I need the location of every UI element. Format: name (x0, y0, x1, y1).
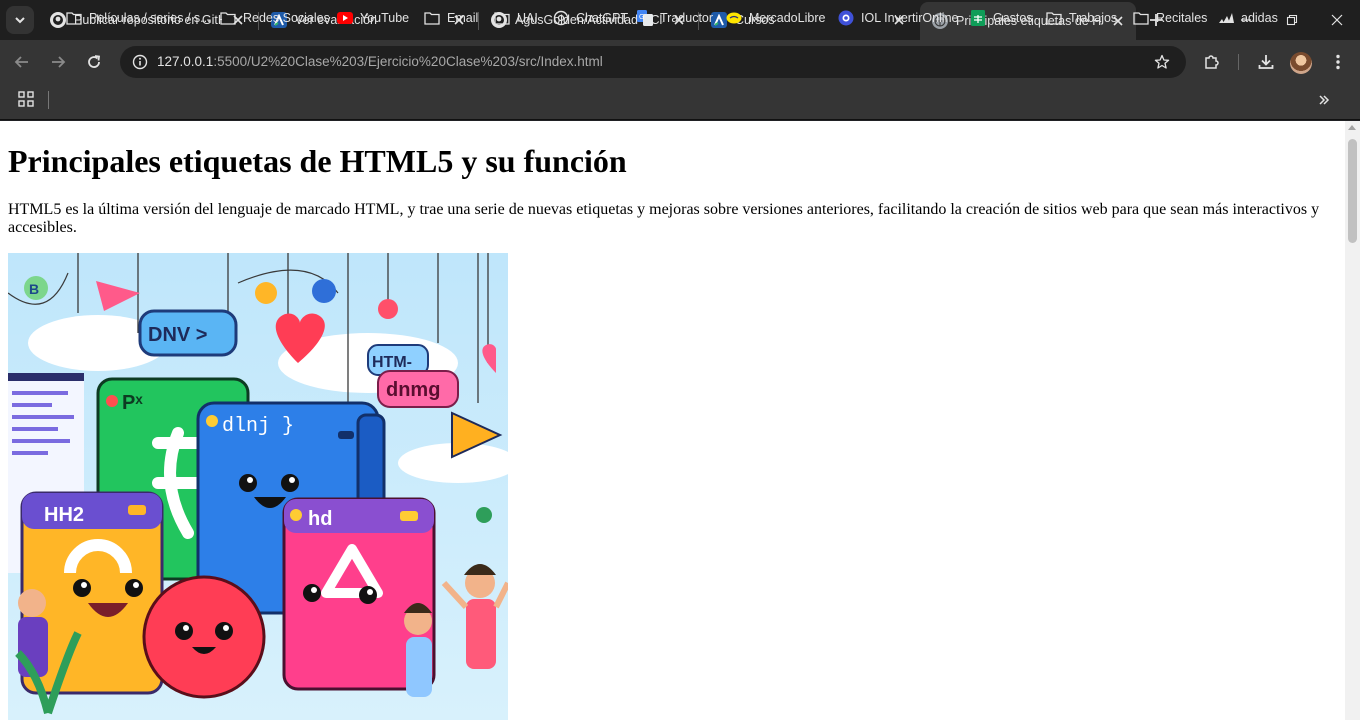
adidas-icon (1218, 10, 1234, 26)
bookmark-mercadolibre[interactable]: MercadoLibre (726, 7, 825, 29)
chevron-double-right-icon (1319, 95, 1330, 105)
bookmark-label: ChatGPT (576, 11, 629, 25)
url-host: 127.0.0.1 (157, 54, 214, 69)
bookmarks-overflow-button[interactable] (1314, 90, 1334, 110)
folder-icon (424, 10, 440, 26)
page-heading: Principales etiquetas de HTML5 y su func… (8, 143, 627, 179)
chatgpt-icon (553, 10, 569, 26)
url-path: :5500/U2%20Clase%203/Ejercicio%20Clase%2… (213, 54, 603, 69)
bubble-htm-label: HTM- (372, 354, 412, 371)
scroll-up-arrow-icon[interactable] (1348, 125, 1356, 130)
bookmark-label: Gastos (993, 11, 1033, 25)
bookmarks-bar (0, 84, 1360, 120)
bookmark-label: IOL InvertirOnline (861, 11, 959, 25)
folder-icon (1046, 10, 1062, 26)
bookmark-label: MercadoLibre (749, 11, 826, 25)
url-text: 127.0.0.1:5500/U2%20Clase%203/Ejercicio%… (157, 54, 603, 69)
campus-icon (711, 12, 727, 28)
folder-icon (220, 10, 236, 26)
iol-icon (838, 10, 854, 26)
menu-button[interactable] (1324, 48, 1352, 76)
bookmark-chatgpt[interactable]: ChatGPT (553, 7, 628, 29)
address-bar[interactable]: 127.0.0.1:5500/U2%20Clase%203/Ejercicio%… (120, 46, 1186, 78)
bookmark-youtube[interactable]: YouTube (337, 7, 409, 29)
bookmark-recitales[interactable]: Recitales (1133, 7, 1207, 29)
arrow-left-icon (14, 56, 28, 68)
translate-icon: G (637, 10, 653, 26)
forward-button[interactable] (44, 48, 72, 76)
tab-search-button[interactable] (6, 6, 34, 34)
folder-icon (66, 10, 82, 26)
scroll-thumb[interactable] (1348, 139, 1357, 243)
card-green-label: Pˣ (122, 392, 143, 414)
bookmark-label: Trabajos (1069, 11, 1118, 25)
card-pink-label: hd (308, 508, 332, 530)
bookmarks-divider (48, 91, 49, 109)
chevron-down-icon (15, 17, 25, 24)
bookmark-adidas[interactable]: adidas (1218, 7, 1278, 29)
folder-icon (494, 10, 510, 26)
letter-b-label: B (29, 281, 39, 297)
toolbar: 127.0.0.1:5500/U2%20Clase%203/Ejercicio%… (0, 40, 1360, 84)
bookmark-star-button[interactable] (1150, 50, 1174, 74)
card-yellow-label: HH2 (44, 504, 84, 526)
mercadolibre-icon (726, 10, 742, 26)
youtube-icon (337, 10, 353, 26)
bookmark-redes-sociales[interactable]: Redes Sociales (220, 7, 330, 29)
bookmark-label: adidas (1241, 11, 1278, 25)
browser-window: Publicar repositorio en GitHub Ver evalu… (0, 0, 1360, 720)
more-vert-icon (1336, 54, 1340, 70)
intro-paragraph: HTML5 es la última versión del lenguaje … (8, 201, 1320, 236)
star-icon (1154, 54, 1170, 69)
bookmark-gastos[interactable]: Gastos (970, 7, 1033, 29)
bookmark-label: Películas / series / s... (89, 11, 211, 25)
card-blue-label: dlnj } (222, 415, 294, 438)
bookmark-trabajos[interactable]: Trabajos (1046, 7, 1117, 29)
bookmark-uai[interactable]: UAI (494, 7, 538, 29)
bubble-dnmg-label: dnmg (386, 379, 440, 401)
bookmark-label: Redes Sociales (243, 11, 330, 25)
toolbar-divider (1238, 54, 1239, 70)
restore-icon (1286, 14, 1298, 26)
svg-text:G: G (639, 14, 644, 21)
web-page: Principales etiquetas de HTML5 y su func… (0, 121, 1345, 720)
downloads-button[interactable] (1252, 48, 1280, 76)
reload-icon (88, 55, 101, 68)
html5-illustration: B DNV > HTM- dnmg Pˣ dlnj} HH2 hd (8, 253, 508, 720)
page-scrollbar[interactable] (1345, 121, 1360, 720)
sheets-icon (970, 10, 986, 26)
folder-icon (1133, 10, 1149, 26)
github-icon (50, 12, 66, 28)
profile-avatar[interactable] (1290, 52, 1312, 74)
puzzle-icon (1205, 55, 1219, 69)
apps-grid-icon[interactable] (18, 91, 34, 107)
bookmark-traductor[interactable]: G Traductor (637, 7, 713, 29)
back-button[interactable] (8, 48, 36, 76)
bookmark-label: Email (447, 11, 479, 25)
bookmark-peliculas[interactable]: Películas / series / s... (66, 7, 211, 29)
restore-button[interactable] (1278, 6, 1306, 34)
download-icon (1258, 55, 1274, 69)
bookmark-label: UAI (517, 11, 538, 25)
arrow-right-icon (52, 56, 66, 68)
site-info-button[interactable] (128, 50, 152, 74)
close-window-button[interactable] (1323, 6, 1351, 34)
bubble-dnv-label: DNV > (148, 324, 207, 346)
extensions-button[interactable] (1198, 48, 1226, 76)
bookmark-email[interactable]: Email (424, 7, 478, 29)
reload-button[interactable] (80, 48, 108, 76)
bookmark-label: Traductor (660, 11, 714, 25)
close-icon (1331, 14, 1343, 26)
bookmark-label: Recitales (1156, 11, 1208, 25)
info-icon (132, 54, 148, 70)
bookmark-label: YouTube (360, 11, 410, 25)
bookmark-iol[interactable]: IOL InvertirOnline (838, 7, 959, 29)
